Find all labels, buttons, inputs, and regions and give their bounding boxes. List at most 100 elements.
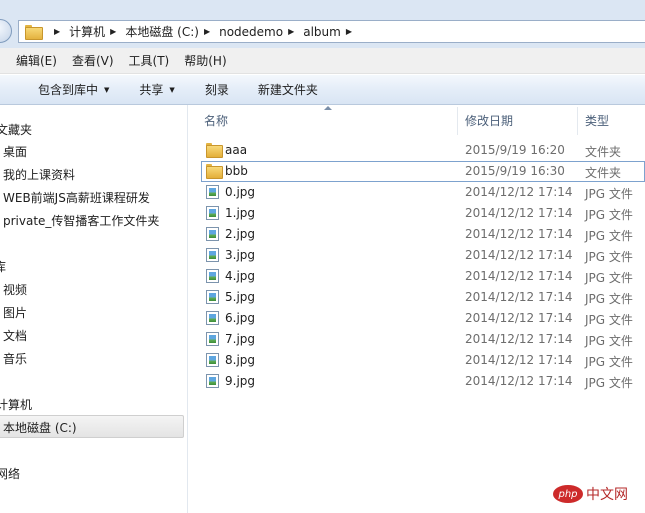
menu-help[interactable]: 帮助(H) xyxy=(184,52,226,69)
column-divider[interactable] xyxy=(577,107,578,135)
menu-bar: 编辑(E) 查看(V) 工具(T) 帮助(H) xyxy=(0,48,645,74)
list-item-file[interactable]: 2.jpg 2014/12/12 17:14 JPG 文件 xyxy=(201,224,645,245)
menu-tools[interactable]: 工具(T) xyxy=(129,52,170,69)
chevron-right-icon[interactable]: ▶ xyxy=(346,27,352,36)
file-name: aaa xyxy=(225,143,248,157)
menu-edit[interactable]: 编辑(E) xyxy=(16,52,57,69)
file-name: 3.jpg xyxy=(225,248,256,262)
nav-libraries[interactable]: 库 xyxy=(0,258,6,275)
file-name: 1.jpg xyxy=(225,206,256,220)
file-name: 4.jpg xyxy=(225,269,256,283)
nav-private-folder[interactable]: private_传智播客工作文件夹 xyxy=(3,212,159,229)
file-date: 2015/9/19 16:30 xyxy=(465,164,565,178)
file-name: 9.jpg xyxy=(225,374,256,388)
breadcrumb-nodedemo[interactable]: nodedemo xyxy=(219,25,283,39)
nav-local-disk[interactable]: 本地磁盘 (C:) xyxy=(3,419,77,436)
file-type: JPG 文件 xyxy=(585,376,633,390)
file-type: JPG 文件 xyxy=(585,271,633,285)
nav-pictures[interactable]: 图片 xyxy=(3,304,27,321)
nav-music[interactable]: 音乐 xyxy=(3,350,27,367)
chevron-right-icon[interactable]: ▶ xyxy=(54,27,60,36)
file-type: 文件夹 xyxy=(585,145,622,159)
file-type: 文件夹 xyxy=(585,166,622,180)
file-type: JPG 文件 xyxy=(585,187,633,201)
jpg-file-icon xyxy=(206,374,219,388)
share-button[interactable]: 共享 ▼ xyxy=(139,81,174,98)
include-in-library-button[interactable]: 包含到库中 ▼ xyxy=(38,81,109,98)
file-date: 2014/12/12 17:14 xyxy=(465,269,573,283)
list-item-file[interactable]: 7.jpg 2014/12/12 17:14 JPG 文件 xyxy=(201,329,645,350)
watermark-text: 中文网 xyxy=(586,487,628,503)
address-bar[interactable]: ▶ 计算机 ▶ 本地磁盘 (C:) ▶ nodedemo ▶ album ▶ xyxy=(18,20,645,43)
list-item-file[interactable]: 4.jpg 2014/12/12 17:14 JPG 文件 xyxy=(201,266,645,287)
command-bar: 包含到库中 ▼ 共享 ▼ 刻录 新建文件夹 xyxy=(0,75,645,105)
jpg-file-icon xyxy=(206,206,219,220)
nav-desktop[interactable]: 桌面 xyxy=(3,143,27,160)
nav-course-materials[interactable]: 我的上课资料 xyxy=(3,166,75,183)
list-item-file[interactable]: 0.jpg 2014/12/12 17:14 JPG 文件 xyxy=(201,182,645,203)
dropdown-arrow-icon: ▼ xyxy=(169,85,175,94)
file-name: 0.jpg xyxy=(225,185,256,199)
file-name: bbb xyxy=(225,164,248,178)
breadcrumb-album[interactable]: album xyxy=(303,25,341,39)
file-date: 2014/12/12 17:14 xyxy=(465,227,573,241)
chevron-right-icon[interactable]: ▶ xyxy=(204,27,210,36)
include-in-library-label: 包含到库中 xyxy=(38,83,99,97)
burn-button[interactable]: 刻录 xyxy=(205,81,229,98)
new-folder-button[interactable]: 新建文件夹 xyxy=(258,81,318,98)
burn-label: 刻录 xyxy=(204,83,229,97)
list-item-folder[interactable]: bbb 2015/9/19 16:30 文件夹 xyxy=(201,161,645,182)
column-header-type[interactable]: 类型 xyxy=(585,105,609,135)
file-date: 2015/9/19 16:20 xyxy=(465,143,565,157)
nav-web-course[interactable]: WEB前端JS高薪班课程研发 xyxy=(3,189,150,206)
jpg-file-icon xyxy=(206,311,219,325)
file-type: JPG 文件 xyxy=(585,250,633,264)
address-bar-area: ▶ 计算机 ▶ 本地磁盘 (C:) ▶ nodedemo ▶ album ▶ xyxy=(0,0,645,48)
jpg-file-icon xyxy=(206,332,219,346)
file-type: JPG 文件 xyxy=(585,334,633,348)
file-date: 2014/12/12 17:14 xyxy=(465,332,573,346)
chevron-right-icon[interactable]: ▶ xyxy=(110,27,116,36)
file-date: 2014/12/12 17:14 xyxy=(465,374,573,388)
nav-documents[interactable]: 文档 xyxy=(3,327,27,344)
list-item-file[interactable]: 9.jpg 2014/12/12 17:14 JPG 文件 xyxy=(201,371,645,392)
column-header-name[interactable]: 名称 xyxy=(204,105,228,135)
file-type: JPG 文件 xyxy=(585,208,633,222)
breadcrumb-local-disk[interactable]: 本地磁盘 (C:) xyxy=(125,23,199,40)
breadcrumb-computer[interactable]: 计算机 xyxy=(69,23,105,40)
nav-videos[interactable]: 视频 xyxy=(3,281,27,298)
chevron-right-icon[interactable]: ▶ xyxy=(288,27,294,36)
file-date: 2014/12/12 17:14 xyxy=(465,311,573,325)
file-type: JPG 文件 xyxy=(585,292,633,306)
folder-icon xyxy=(206,164,223,179)
back-button[interactable] xyxy=(0,19,12,43)
menu-view[interactable]: 查看(V) xyxy=(72,52,114,69)
file-date: 2014/12/12 17:14 xyxy=(465,248,573,262)
file-name: 6.jpg xyxy=(225,311,256,325)
file-name: 7.jpg xyxy=(225,332,256,346)
list-item-file[interactable]: 1.jpg 2014/12/12 17:14 JPG 文件 xyxy=(201,203,645,224)
file-name: 2.jpg xyxy=(225,227,256,241)
php-logo-badge: php xyxy=(553,485,583,503)
file-type: JPG 文件 xyxy=(585,313,633,327)
nav-computer[interactable]: 计算机 xyxy=(0,396,32,413)
jpg-file-icon xyxy=(206,269,219,283)
file-date: 2014/12/12 17:14 xyxy=(465,185,573,199)
list-item-file[interactable]: 8.jpg 2014/12/12 17:14 JPG 文件 xyxy=(201,350,645,371)
nav-network[interactable]: 网络 xyxy=(0,465,20,482)
file-date: 2014/12/12 17:14 xyxy=(465,290,573,304)
list-item-file[interactable]: 5.jpg 2014/12/12 17:14 JPG 文件 xyxy=(201,287,645,308)
jpg-file-icon xyxy=(206,185,219,199)
list-item-file[interactable]: 6.jpg 2014/12/12 17:14 JPG 文件 xyxy=(201,308,645,329)
column-divider[interactable] xyxy=(457,107,458,135)
jpg-file-icon xyxy=(206,248,219,262)
dropdown-arrow-icon: ▼ xyxy=(104,85,110,94)
nav-favorites[interactable]: 文藏夹 xyxy=(0,121,32,138)
file-type: JPG 文件 xyxy=(585,355,633,369)
file-name: 8.jpg xyxy=(225,353,256,367)
list-item-file[interactable]: 3.jpg 2014/12/12 17:14 JPG 文件 xyxy=(201,245,645,266)
column-header-date[interactable]: 修改日期 xyxy=(465,105,513,135)
list-item-folder[interactable]: aaa 2015/9/19 16:20 文件夹 xyxy=(201,140,645,161)
folder-icon xyxy=(25,25,43,40)
new-folder-label: 新建文件夹 xyxy=(257,83,318,97)
